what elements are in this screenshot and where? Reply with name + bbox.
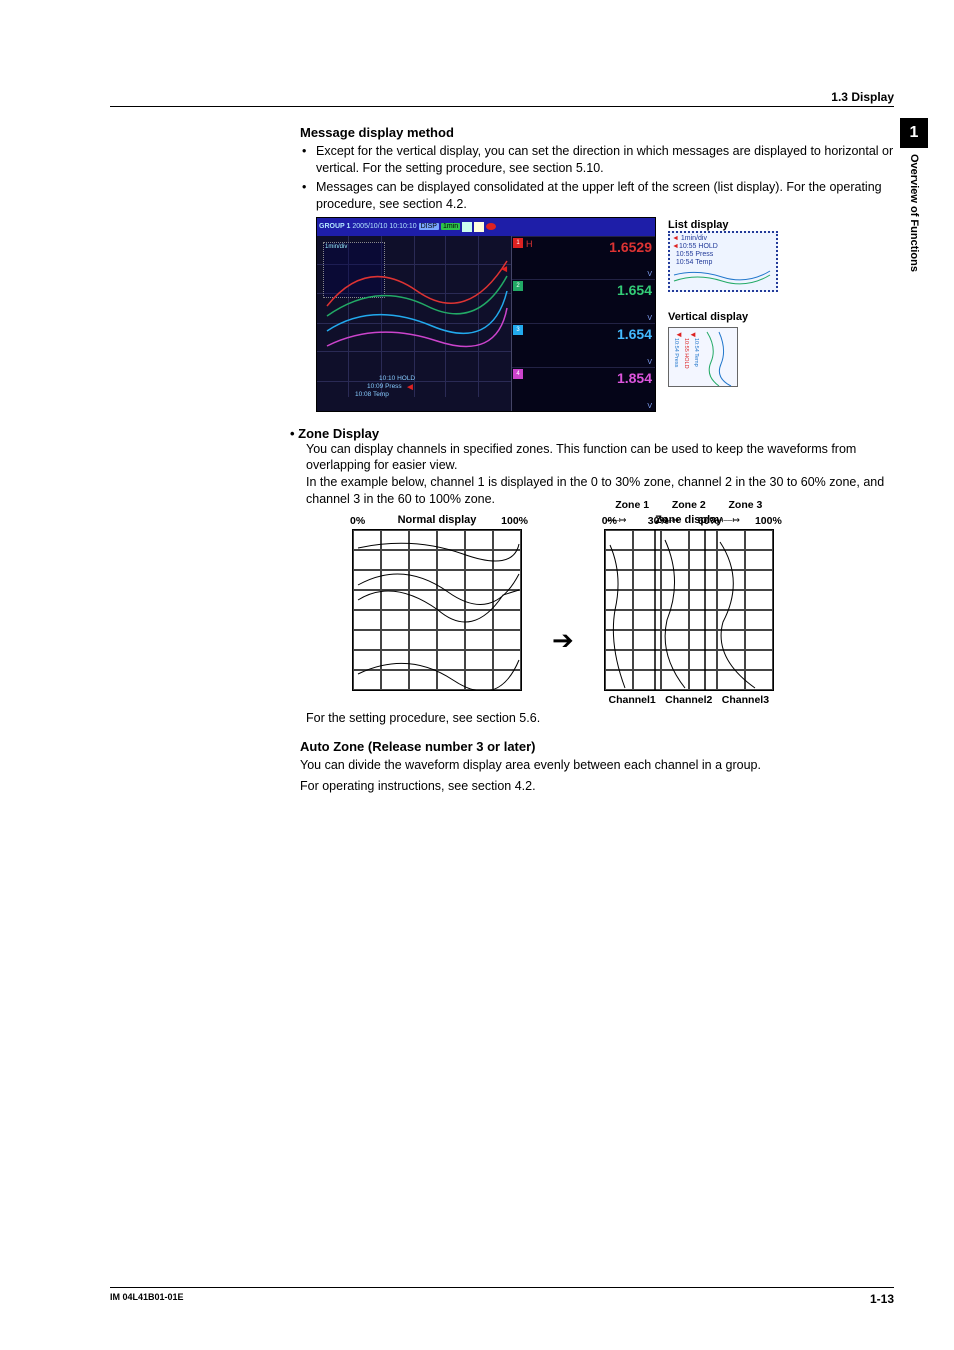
arrow-icon: ➔ <box>552 625 574 656</box>
zone-grid <box>604 529 774 691</box>
vertical-display-label: Vertical display <box>668 311 798 323</box>
numeric-column: 1H1.6529V 21.654V 31.654V 41.854V <box>512 236 655 411</box>
bullet-2: Messages can be displayed consolidated a… <box>300 179 894 213</box>
page-footer: IM 04L41B01-01E 1-13 <box>110 1287 894 1306</box>
bullet-1: Except for the vertical display, you can… <box>300 143 894 177</box>
list-display-label: List display <box>668 219 778 231</box>
doc-id: IM 04L41B01-01E <box>110 1292 184 1306</box>
datetime-label: 2005/10/10 10:10:10 <box>352 223 416 230</box>
chapter-number: 1 <box>900 118 928 148</box>
list-display-callout: List display ◄ 1min/div ◄10:55 HOLD 10:5… <box>668 219 778 292</box>
press-label: 10:09 Press <box>367 384 402 391</box>
status-icon <box>474 222 484 232</box>
autozone-p1: You can divide the waveform display area… <box>300 757 894 774</box>
disp-badge: DISP <box>419 223 439 230</box>
msg-method-heading: Message display method <box>300 125 894 140</box>
status-icon <box>462 222 472 232</box>
group-label: GROUP 1 <box>319 223 350 230</box>
zone-heading: Zone Display <box>290 426 894 441</box>
zone-figure: Normal display 0% 100% <box>352 514 894 706</box>
marker-arrow: ◄ <box>405 382 415 393</box>
vertical-display-callout: Vertical display ◄ ◄ 10:54 Press 10:55 H… <box>668 311 798 387</box>
zone-p2: In the example below, channel 1 is displ… <box>306 474 894 508</box>
autozone-p2: For operating instructions, see section … <box>300 778 894 795</box>
zone-p1: You can display channels in specified zo… <box>306 441 894 475</box>
chapter-title: Overview of Functions <box>908 154 920 272</box>
normal-grid <box>352 529 522 691</box>
trend-figure: GROUP 1 2005/10/10 10:10:10 DISP 1min <box>316 217 894 412</box>
temp-label: 10:08 Temp <box>355 392 389 399</box>
zone-after: For the setting procedure, see section 5… <box>306 710 894 727</box>
rate-badge: 1min <box>441 223 460 230</box>
autozone-heading: Auto Zone (Release number 3 or later) <box>300 739 894 754</box>
marker-arrow: ◄ <box>499 264 509 275</box>
zone-title: Zone display <box>604 514 774 526</box>
section-header: 1.3 Display <box>110 90 894 104</box>
msg-list-box: 1min/div <box>323 242 385 298</box>
normal-title: Normal display <box>352 514 522 526</box>
hold-label: 10:10 HOLD <box>379 376 415 383</box>
page-number: 1-13 <box>870 1292 894 1306</box>
rec-icon <box>486 223 496 230</box>
chapter-tab: 1 Overview of Functions <box>900 118 928 272</box>
